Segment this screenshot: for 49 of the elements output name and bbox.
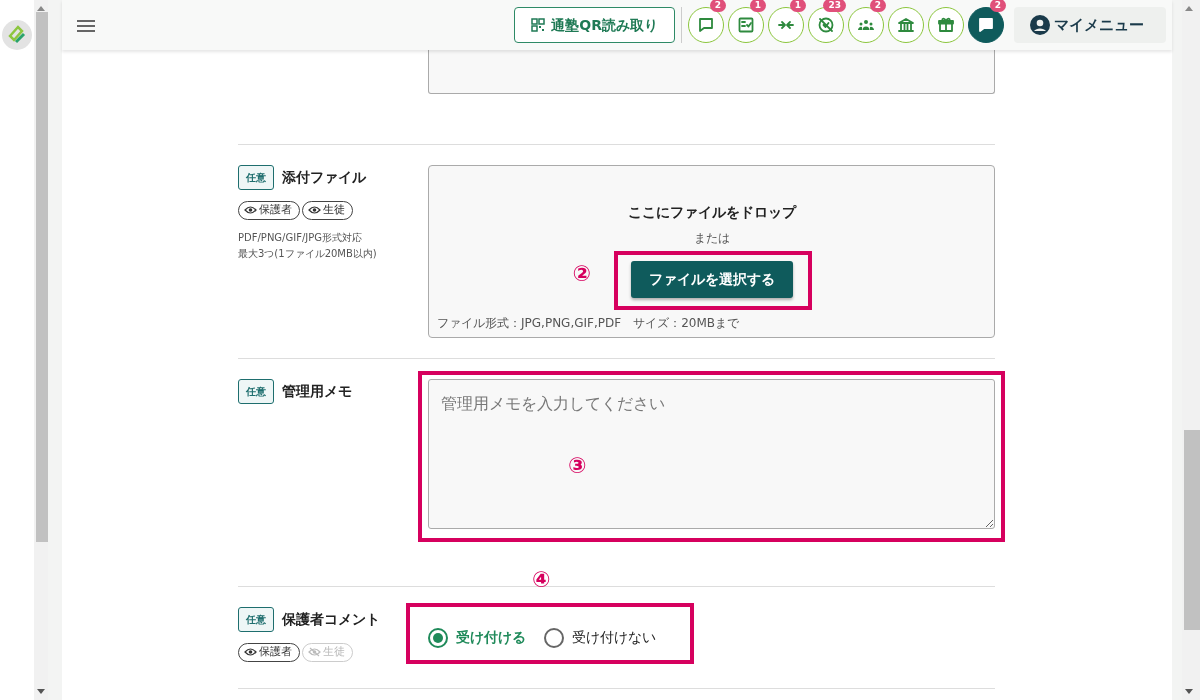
qr-code-icon (531, 18, 546, 32)
field-label: 保護者コメント (282, 610, 380, 629)
user-icon (1030, 15, 1050, 35)
count-badge: 1 (789, 0, 806, 12)
field-label: 添付ファイル (282, 168, 366, 187)
file-format-hint: ファイル形式：JPG,PNG,GIF,PDF サイズ：20MBまで (437, 315, 739, 332)
chat-bubble-button[interactable] (688, 7, 724, 43)
choose-file-button[interactable]: ファイルを選択する (630, 261, 793, 298)
or-text: または (693, 230, 730, 247)
arrows-button[interactable] (768, 7, 804, 43)
file-drop-zone[interactable]: ここにファイルをドロップ または ② ファイルを選択する ファイル形式：JPG,PNG,GIF,PDF サイズ：20MBまで (428, 165, 995, 338)
gift-button[interactable] (928, 7, 964, 43)
scrollbar[interactable] (1182, 0, 1200, 700)
count-badge: 1 (749, 0, 766, 12)
field-label: 管理用メモ (282, 382, 352, 401)
drop-title: ここにファイルをドロップ (627, 203, 796, 222)
eye-slash-icon (308, 647, 321, 657)
radio-option[interactable]: 受け付ける (428, 627, 526, 648)
optional-tag: 任意 (238, 379, 274, 404)
eye-icon (308, 205, 321, 215)
bank-icon (897, 16, 915, 34)
eye-icon (244, 205, 257, 215)
radio-option[interactable]: 受け付けない (544, 627, 656, 648)
no-sign-button[interactable] (808, 7, 844, 43)
count-badge: 23 (823, 0, 846, 12)
annotation-number: ② (572, 263, 592, 285)
annotation-number: ④ (532, 569, 551, 591)
people-button[interactable] (848, 7, 884, 43)
my-menu-button[interactable]: マイメニュー (1014, 7, 1166, 43)
optional-tag: 任意 (238, 607, 274, 632)
format-note: 最大3つ(1ファイル20MB以内) (238, 247, 378, 261)
no-sign-icon (817, 16, 835, 34)
bank-button[interactable] (888, 7, 924, 43)
chat-bubble-button[interactable] (968, 7, 1004, 43)
scrollbar[interactable] (34, 0, 48, 700)
optional-tag: 任意 (238, 165, 274, 190)
checklist-icon (737, 16, 755, 34)
chat-bubble-icon (977, 16, 995, 34)
checklist-button[interactable] (728, 7, 764, 43)
logo-icon[interactable] (2, 20, 32, 50)
eye-icon (244, 647, 257, 657)
chat-bubble-icon (697, 16, 715, 34)
count-badge: 2 (989, 0, 1006, 12)
gift-icon (937, 16, 955, 34)
count-badge: 2 (869, 0, 886, 12)
format-note: PDF/PNG/GIF/JPG形式対応 (238, 231, 364, 245)
qr-reader-button[interactable]: 通塾QR読み取り (514, 7, 675, 43)
annotation-number: ③ (568, 455, 587, 477)
count-badge: 2 (709, 0, 726, 12)
